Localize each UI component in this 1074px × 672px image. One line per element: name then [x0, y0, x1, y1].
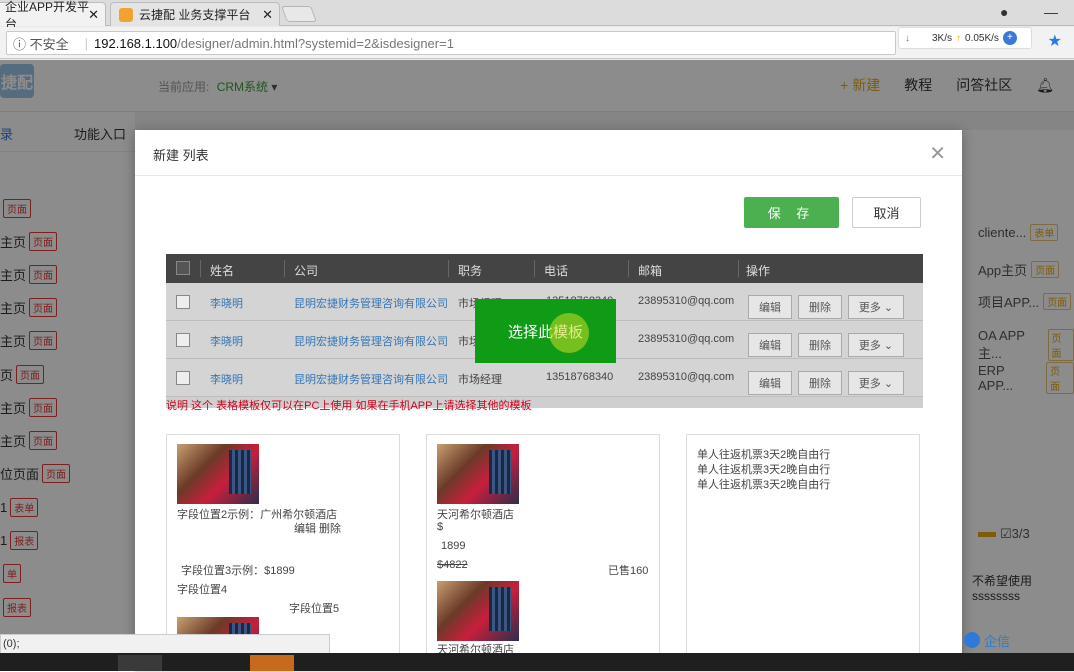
download-arrow-icon: ↓	[905, 33, 910, 44]
column-header-company: 公司	[294, 262, 318, 279]
download-speed: 3K/s	[932, 33, 952, 44]
url-path: /designer/admin.html?systemid=2&isdesign…	[177, 36, 454, 51]
url-host: 192.168.1.100	[94, 36, 177, 51]
minimize-window-icon[interactable]: —	[1044, 4, 1058, 20]
row-company[interactable]: 昆明宏捷财务管理咨询有限公司	[294, 295, 448, 311]
row-title: 市场经理	[458, 371, 502, 387]
close-tab-icon[interactable]: ✕	[88, 7, 99, 23]
row-email: 23895310@qq.com	[638, 371, 734, 383]
template-card-2[interactable]: 天河希尔顿酒店 $ 1899 $4822 已售160 天河希尔顿酒店	[426, 434, 660, 660]
row-company[interactable]: 昆明宏捷财务管理咨询有限公司	[294, 333, 448, 349]
table-header: 姓名 公司 职务 电话 邮箱 操作	[166, 254, 923, 283]
column-header-title: 职务	[458, 262, 482, 279]
column-divider	[448, 260, 449, 277]
row-delete-button[interactable]: 删除	[798, 371, 842, 395]
row-company[interactable]: 昆明宏捷财务管理咨询有限公司	[294, 371, 448, 387]
row-more-button[interactable]: 更多 ⌄	[848, 333, 904, 357]
column-header-actions: 操作	[746, 262, 770, 279]
browser-tab-support-platform[interactable]: 云捷配 业务支撑平台 ✕	[110, 2, 280, 26]
browser-tab-bar: 企业APP开发平台 ✕ 云捷配 业务支撑平台 ✕ ● —	[0, 0, 1074, 26]
column-divider	[534, 260, 535, 277]
card-sold-count: 已售160	[608, 562, 648, 578]
taskbar-app[interactable]	[118, 655, 162, 671]
hotel-photo-image	[437, 581, 519, 641]
modal-header: 新建 列表 ✕	[135, 130, 962, 176]
card-hotel-name: 天河希尔顿酒店	[437, 506, 514, 522]
taskbar-app[interactable]	[250, 655, 294, 671]
column-divider	[628, 260, 629, 277]
security-indicator[interactable]: ⓘ 不安全	[13, 34, 69, 53]
card-currency: $	[437, 521, 443, 533]
hotel-photo-image	[177, 444, 259, 504]
card-actions[interactable]: 编辑 删除	[294, 520, 341, 536]
table-template-preview[interactable]: 姓名 公司 职务 电话 邮箱 操作 李晓明 昆明宏捷财务管理咨询有限公司 市场经…	[166, 254, 923, 408]
address-bar-area: ⓘ 不安全 | 192.168.1.100 /designer/admin.ht…	[0, 27, 1074, 59]
upload-arrow-icon: ↑	[956, 33, 961, 44]
column-divider	[738, 260, 739, 277]
row-checkbox[interactable]	[176, 371, 190, 385]
row-email: 23895310@qq.com	[638, 333, 734, 345]
url-separator: |	[85, 36, 88, 51]
close-icon[interactable]: ✕	[929, 141, 946, 166]
bookmark-star-icon[interactable]: ★	[1048, 31, 1062, 51]
chat-icon	[964, 632, 980, 648]
column-header-email: 邮箱	[638, 262, 662, 279]
tab-label: 云捷配 业务支撑平台	[139, 6, 250, 23]
close-tab-icon[interactable]: ✕	[262, 7, 273, 23]
account-icon[interactable]: ●	[1000, 4, 1008, 20]
column-header-name: 姓名	[210, 262, 234, 279]
url-input[interactable]: ⓘ 不安全 | 192.168.1.100 /designer/admin.ht…	[6, 31, 896, 55]
modal-title: 新建 列表	[153, 145, 209, 164]
template-card-1[interactable]: 字段位置2示例：广州希尔顿酒店 编辑 删除 字段位置3示例：$1899 字段位置…	[166, 434, 400, 660]
row-email: 23895310@qq.com	[638, 295, 734, 307]
browser-tab-app-platform[interactable]: 企业APP开发平台 ✕	[0, 2, 106, 26]
column-divider	[284, 260, 285, 277]
card-line: 单人往返机票3天2晚自由行	[697, 476, 830, 492]
card-field-5: 字段位置5	[289, 600, 339, 616]
cancel-button[interactable]: 取消	[852, 197, 921, 228]
select-all-checkbox[interactable]	[176, 261, 190, 275]
row-edit-button[interactable]: 编辑	[748, 295, 792, 319]
card-field-3: 字段位置3示例：$1899	[181, 562, 295, 578]
chat-label: 企信	[984, 631, 1010, 650]
pointer-highlight	[549, 313, 589, 353]
chat-widget[interactable]: 企信	[962, 628, 1074, 652]
site-favicon-icon	[119, 8, 133, 22]
card-price: 1899	[441, 540, 465, 552]
security-label: 不安全	[30, 37, 69, 52]
row-delete-button[interactable]: 删除	[798, 295, 842, 319]
hotel-photo-image	[437, 444, 519, 504]
row-name[interactable]: 李晓明	[210, 295, 243, 311]
card-field-4: 字段位置4	[177, 581, 227, 597]
os-taskbar	[0, 653, 1074, 671]
card-line: 单人往返机票3天2晚自由行	[697, 461, 830, 477]
card-line: 单人往返机票3天2晚自由行	[697, 446, 830, 462]
row-name[interactable]: 李晓明	[210, 371, 243, 387]
row-delete-button[interactable]: 删除	[798, 333, 842, 357]
column-divider	[200, 260, 201, 277]
row-edit-button[interactable]: 编辑	[748, 371, 792, 395]
template-card-3[interactable]: 单人往返机票3天2晚自由行 单人往返机票3天2晚自由行 单人往返机票3天2晚自由…	[686, 434, 920, 660]
table-row: 李晓明 昆明宏捷财务管理咨询有限公司 市场经理 13518768340 2389…	[166, 359, 923, 397]
save-button[interactable]: 保 存	[744, 197, 839, 228]
new-list-modal: 新建 列表 ✕ 保 存 取消 姓名 公司 职务 电话 邮箱 操作 李晓明 昆明宏…	[135, 130, 962, 660]
column-header-phone: 电话	[544, 262, 568, 279]
network-speed-widget: ↓ 3K/s ↑ 0.05K/s +	[898, 27, 1032, 49]
row-checkbox[interactable]	[176, 333, 190, 347]
card-old-price: $4822	[437, 559, 468, 571]
row-checkbox[interactable]	[176, 295, 190, 309]
upload-speed: 0.05K/s	[965, 33, 999, 44]
row-phone: 13518768340	[546, 371, 613, 383]
row-more-button[interactable]: 更多 ⌄	[848, 371, 904, 395]
row-edit-button[interactable]: 编辑	[748, 333, 792, 357]
browser-status-bar: (0);	[0, 634, 330, 654]
new-tab-button[interactable]	[281, 6, 317, 22]
extension-icon[interactable]: +	[1003, 31, 1017, 45]
template-note: 说明 这个 表格模板仅可以在PC上使用 如果在手机APP上请选择其他的模板	[166, 397, 531, 413]
row-more-button[interactable]: 更多 ⌄	[848, 295, 904, 319]
row-name[interactable]: 李晓明	[210, 333, 243, 349]
select-template-button[interactable]: 选择此模板	[475, 299, 616, 363]
